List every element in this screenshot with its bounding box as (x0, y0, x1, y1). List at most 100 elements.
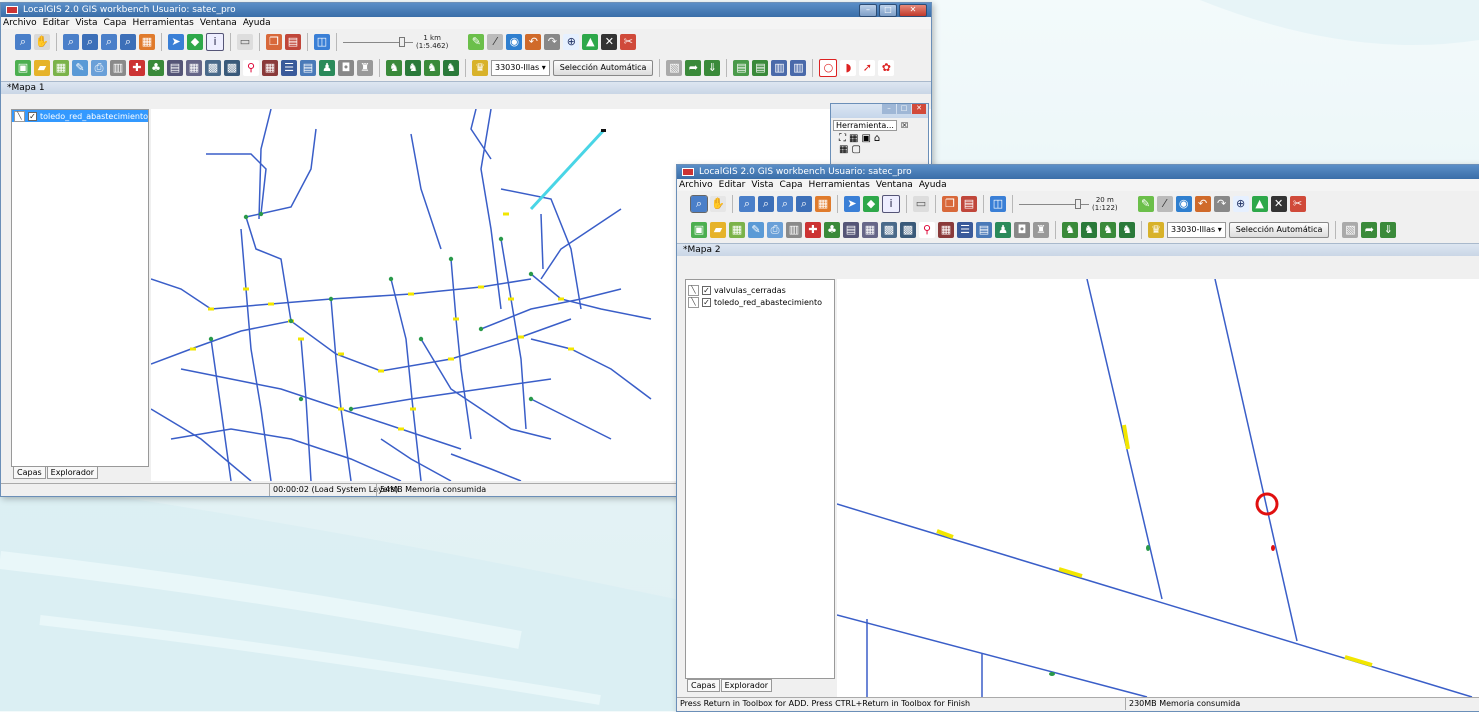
pipe-icon[interactable]: ♞ (1062, 222, 1078, 238)
menu-capa[interactable]: Capa (780, 179, 803, 191)
frame-tool-icon[interactable]: ▢ (851, 144, 860, 155)
layer-view-icon[interactable]: ▥ (771, 60, 788, 76)
save-icon[interactable]: ▣ (691, 222, 707, 238)
photo2-icon[interactable]: ▩ (900, 222, 916, 238)
grid-map-icon[interactable]: ▦ (862, 222, 878, 238)
zoom-out-icon[interactable]: ⌕ (758, 196, 774, 212)
paste-icon[interactable]: ▤ (285, 34, 301, 50)
minimize-button[interactable]: – (859, 4, 877, 17)
zoom-in-icon[interactable]: ⌕ (690, 195, 708, 213)
globe-icon[interactable]: ◉ (1175, 196, 1192, 212)
layer-icon[interactable]: ◆ (187, 34, 203, 50)
grid-icon[interactable]: ▦ (815, 196, 831, 212)
stamp-icon[interactable]: ♜ (357, 60, 373, 76)
undo-icon[interactable]: ↶ (525, 34, 542, 50)
grid-tool-icon[interactable]: ▦ (849, 133, 858, 144)
hospital-icon[interactable]: ✚ (129, 60, 145, 76)
map-tab-title[interactable]: *Mapa 1 (7, 83, 45, 93)
home-icon[interactable]: ⌂ (874, 133, 880, 144)
download-icon[interactable]: ⇓ (1380, 222, 1397, 238)
map-icon[interactable]: ▦ (53, 60, 69, 76)
photo2-icon[interactable]: ▩ (224, 60, 240, 76)
tab-capas[interactable]: Capas (13, 466, 46, 479)
pan-hand-icon[interactable]: ✋ (34, 34, 50, 50)
municipality-icon[interactable]: ♛ (1148, 222, 1164, 238)
menu-ventana[interactable]: Ventana (876, 179, 913, 191)
municipality-icon[interactable]: ♛ (472, 60, 488, 76)
menu-herramientas[interactable]: Herramientas (133, 17, 194, 29)
layer-tool-icon[interactable]: ▥ (790, 60, 807, 76)
hospital-icon[interactable]: ✚ (805, 222, 821, 238)
hydrant-icon[interactable]: ♞ (424, 60, 440, 76)
layer-checkbox[interactable]: ✓ (27, 111, 37, 121)
save-icon[interactable]: ▣ (15, 60, 31, 76)
book-icon[interactable]: ▤ (976, 222, 992, 238)
network-icon[interactable]: ▦ (938, 222, 954, 238)
menu-archivo[interactable]: Archivo (679, 179, 713, 191)
close-x-icon[interactable]: ✕ (601, 34, 618, 50)
cursor-tool-icon[interactable]: ➚ (859, 60, 876, 76)
compass-icon[interactable]: ⊕ (1232, 196, 1249, 212)
draw-icon[interactable]: ⁄ (1156, 196, 1173, 212)
arrow-icon[interactable]: ➦ (685, 60, 702, 76)
auto-select-button[interactable]: Selección Automática (552, 60, 654, 76)
route-icon[interactable]: ♟ (995, 222, 1011, 238)
hydrant-icon[interactable]: ♞ (1100, 222, 1116, 238)
tab-explorador[interactable]: Explorador (46, 466, 99, 479)
network-icon[interactable]: ▦ (262, 60, 278, 76)
layer-edit-icon[interactable]: ▤ (752, 60, 769, 76)
zoomed-pipe-map[interactable] (836, 278, 1479, 698)
compass-icon[interactable]: ⊕ (563, 34, 580, 50)
edit-doc-icon[interactable]: ✎ (748, 222, 764, 238)
valve-icon[interactable]: ♞ (405, 60, 421, 76)
info-icon[interactable]: i (882, 195, 900, 213)
menu-capa[interactable]: Capa (104, 17, 127, 29)
folder-icon[interactable]: ▰ (34, 60, 50, 76)
pin-icon[interactable]: ⚲ (243, 60, 259, 76)
undo-icon[interactable]: ↶ (1194, 196, 1211, 212)
menu-ayuda[interactable]: Ayuda (919, 179, 947, 191)
layer-icon[interactable]: ◆ (863, 196, 879, 212)
tree-icon[interactable]: ♣ (824, 222, 840, 238)
edit-icon[interactable]: ✎ (468, 34, 485, 50)
layer-row[interactable]: ╲ ✓ toledo_red_abastecimiento (686, 296, 834, 308)
zoom-area-icon[interactable]: ⌕ (101, 34, 117, 50)
map-icon[interactable]: ▦ (729, 222, 745, 238)
tool-icon[interactable]: ▧ (1342, 222, 1359, 238)
circle-icon[interactable]: ○ (819, 59, 838, 77)
properties-icon[interactable]: ◫ (314, 34, 330, 50)
select-icon[interactable]: ➤ (168, 34, 184, 50)
table-icon[interactable]: ▤ (167, 60, 183, 76)
menu-ayuda[interactable]: Ayuda (243, 17, 271, 29)
zoom-slider[interactable] (343, 34, 413, 50)
tools-tab[interactable]: Herramienta... (833, 120, 897, 131)
auto-select-button[interactable]: Selección Automática (1228, 222, 1330, 238)
list-icon[interactable]: ☰ (281, 60, 297, 76)
measure-icon[interactable]: ▭ (913, 196, 929, 212)
redo-icon[interactable]: ↷ (544, 34, 561, 50)
select-icon[interactable]: ➤ (844, 196, 860, 212)
shape-icon[interactable]: ◗ (840, 60, 857, 76)
tank-icon[interactable]: ♞ (443, 60, 459, 76)
photo-icon[interactable]: ▩ (205, 60, 221, 76)
lock-icon[interactable]: ◘ (338, 60, 354, 76)
map-tab-title[interactable]: *Mapa 2 (683, 245, 721, 255)
download-icon[interactable]: ⇓ (704, 60, 721, 76)
draw-icon[interactable]: ⁄ (487, 34, 504, 50)
close-button[interactable]: ✕ (899, 4, 927, 17)
layer-add-icon[interactable]: ▤ (733, 60, 750, 76)
photo-icon[interactable]: ▩ (881, 222, 897, 238)
map-canvas[interactable] (836, 278, 1479, 698)
list-icon[interactable]: ☰ (957, 222, 973, 238)
close-button[interactable]: ✕ (912, 104, 926, 114)
chart-icon[interactable]: ▲ (582, 34, 599, 50)
minimize-button[interactable]: – (882, 104, 896, 114)
menu-archivo[interactable]: Archivo (3, 17, 37, 29)
menu-vista[interactable]: Vista (751, 179, 773, 191)
pan-hand-icon[interactable]: ✋ (710, 196, 726, 212)
arrow-icon[interactable]: ➦ (1361, 222, 1378, 238)
globe-icon[interactable]: ◉ (506, 34, 523, 50)
valve-icon[interactable]: ♞ (1081, 222, 1097, 238)
menu-editar[interactable]: Editar (43, 17, 70, 29)
menu-editar[interactable]: Editar (719, 179, 746, 191)
